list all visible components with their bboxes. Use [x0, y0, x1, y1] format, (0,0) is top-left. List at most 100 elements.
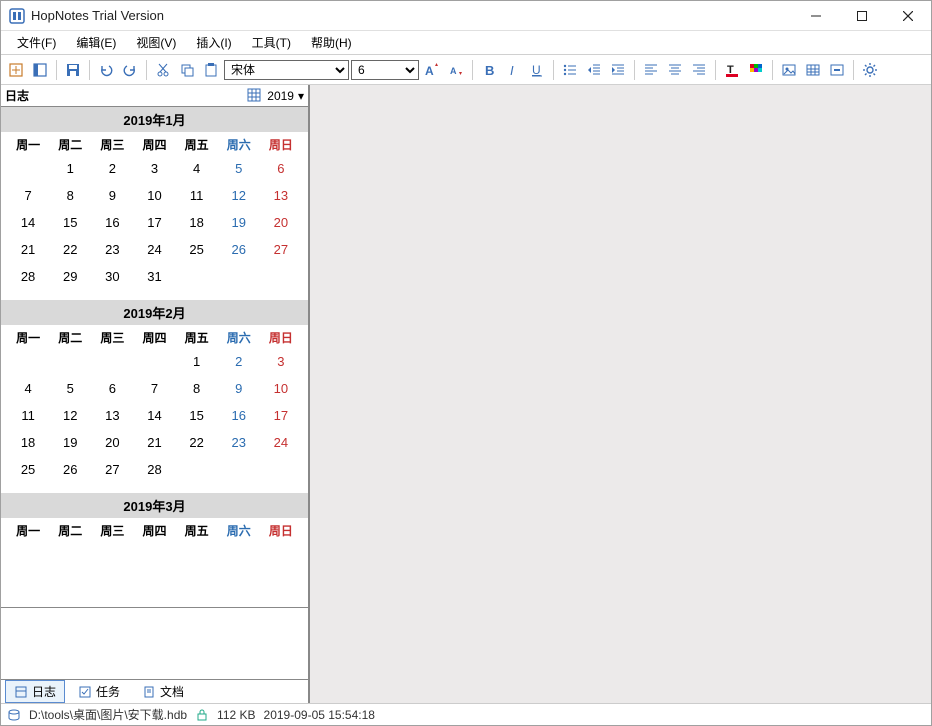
day-cell[interactable]: 16: [218, 408, 260, 423]
day-cell[interactable]: 4: [176, 161, 218, 176]
day-cell[interactable]: 17: [133, 215, 175, 230]
day-cell[interactable]: 31: [133, 269, 175, 284]
day-cell[interactable]: 29: [49, 269, 91, 284]
day-cell[interactable]: 22: [49, 242, 91, 257]
day-cell[interactable]: 3: [133, 161, 175, 176]
day-cell[interactable]: 3: [260, 354, 302, 369]
close-button[interactable]: [885, 1, 931, 31]
insert-image-button[interactable]: [778, 59, 800, 81]
day-cell[interactable]: 10: [133, 188, 175, 203]
menu-tools[interactable]: 工具(T): [242, 32, 301, 53]
menu-view[interactable]: 视图(V): [126, 32, 186, 53]
tab-journal[interactable]: 日志: [5, 680, 65, 703]
day-cell[interactable]: 28: [133, 462, 175, 477]
undo-button[interactable]: [95, 59, 117, 81]
tab-tasks[interactable]: 任务: [69, 680, 129, 703]
new-note-button[interactable]: [5, 59, 27, 81]
day-cell[interactable]: 8: [49, 188, 91, 203]
align-right-button[interactable]: [688, 59, 710, 81]
day-cell[interactable]: 8: [176, 381, 218, 396]
day-cell[interactable]: 11: [176, 188, 218, 203]
menu-file[interactable]: 文件(F): [7, 32, 66, 53]
day-cell[interactable]: 27: [91, 462, 133, 477]
menu-insert[interactable]: 插入(I): [186, 32, 241, 53]
day-cell[interactable]: 6: [91, 381, 133, 396]
menu-edit[interactable]: 编辑(E): [66, 32, 126, 53]
day-cell[interactable]: 5: [49, 381, 91, 396]
day-cell[interactable]: 9: [91, 188, 133, 203]
day-cell[interactable]: 1: [176, 354, 218, 369]
insert-table-button[interactable]: [802, 59, 824, 81]
day-cell[interactable]: 30: [91, 269, 133, 284]
day-cell[interactable]: 26: [218, 242, 260, 257]
highlight-color-button[interactable]: [745, 59, 767, 81]
day-cell[interactable]: 12: [49, 408, 91, 423]
copy-button[interactable]: [176, 59, 198, 81]
day-cell[interactable]: 16: [91, 215, 133, 230]
day-cell[interactable]: 17: [260, 408, 302, 423]
day-cell[interactable]: 28: [7, 269, 49, 284]
align-center-button[interactable]: [664, 59, 686, 81]
cut-button[interactable]: [152, 59, 174, 81]
paste-button[interactable]: [200, 59, 222, 81]
day-cell[interactable]: 27: [260, 242, 302, 257]
font-size-select[interactable]: 6: [351, 60, 419, 80]
day-cell[interactable]: 24: [133, 242, 175, 257]
day-cell[interactable]: 13: [260, 188, 302, 203]
bullet-list-button[interactable]: [559, 59, 581, 81]
day-cell[interactable]: 1: [49, 161, 91, 176]
day-cell[interactable]: 25: [7, 462, 49, 477]
day-cell[interactable]: 20: [91, 435, 133, 450]
editor-area[interactable]: [309, 85, 931, 703]
day-cell[interactable]: 18: [176, 215, 218, 230]
underline-button[interactable]: U: [526, 59, 548, 81]
day-cell[interactable]: 6: [260, 161, 302, 176]
day-cell[interactable]: 7: [133, 381, 175, 396]
maximize-button[interactable]: [839, 1, 885, 31]
calendar-scroll[interactable]: 2019年1月周一周二周三周四周五周六周日1234567891011121314…: [1, 107, 308, 607]
day-cell[interactable]: 15: [176, 408, 218, 423]
day-cell[interactable]: 2: [218, 354, 260, 369]
day-cell[interactable]: 21: [7, 242, 49, 257]
insert-link-button[interactable]: [826, 59, 848, 81]
day-cell[interactable]: 14: [7, 215, 49, 230]
day-cell[interactable]: 19: [218, 215, 260, 230]
indent-button[interactable]: [607, 59, 629, 81]
day-cell[interactable]: 12: [218, 188, 260, 203]
day-cell[interactable]: 2: [91, 161, 133, 176]
day-cell[interactable]: 7: [7, 188, 49, 203]
day-cell[interactable]: 19: [49, 435, 91, 450]
day-cell[interactable]: 15: [49, 215, 91, 230]
italic-button[interactable]: I: [502, 59, 524, 81]
day-cell[interactable]: 18: [7, 435, 49, 450]
day-cell[interactable]: 5: [218, 161, 260, 176]
panel-button[interactable]: [29, 59, 51, 81]
day-cell[interactable]: 9: [218, 381, 260, 396]
increase-font-button[interactable]: A: [421, 59, 443, 81]
decrease-font-button[interactable]: A: [445, 59, 467, 81]
day-cell[interactable]: 24: [260, 435, 302, 450]
day-cell[interactable]: 25: [176, 242, 218, 257]
day-cell[interactable]: 14: [133, 408, 175, 423]
bold-button[interactable]: B: [478, 59, 500, 81]
day-cell[interactable]: 11: [7, 408, 49, 423]
align-left-button[interactable]: [640, 59, 662, 81]
outdent-button[interactable]: [583, 59, 605, 81]
year-selector[interactable]: 2019 ▾: [247, 88, 304, 104]
minimize-button[interactable]: [793, 1, 839, 31]
day-cell[interactable]: 22: [176, 435, 218, 450]
day-cell[interactable]: 23: [218, 435, 260, 450]
font-family-select[interactable]: 宋体: [224, 60, 349, 80]
menu-help[interactable]: 帮助(H): [301, 32, 362, 53]
save-button[interactable]: [62, 59, 84, 81]
settings-button[interactable]: [859, 59, 881, 81]
tab-docs[interactable]: 文档: [133, 680, 193, 703]
redo-button[interactable]: [119, 59, 141, 81]
font-color-button[interactable]: T: [721, 59, 743, 81]
day-cell[interactable]: 21: [133, 435, 175, 450]
day-cell[interactable]: 20: [260, 215, 302, 230]
day-cell[interactable]: 13: [91, 408, 133, 423]
day-cell[interactable]: 26: [49, 462, 91, 477]
day-cell[interactable]: 4: [7, 381, 49, 396]
day-cell[interactable]: 23: [91, 242, 133, 257]
